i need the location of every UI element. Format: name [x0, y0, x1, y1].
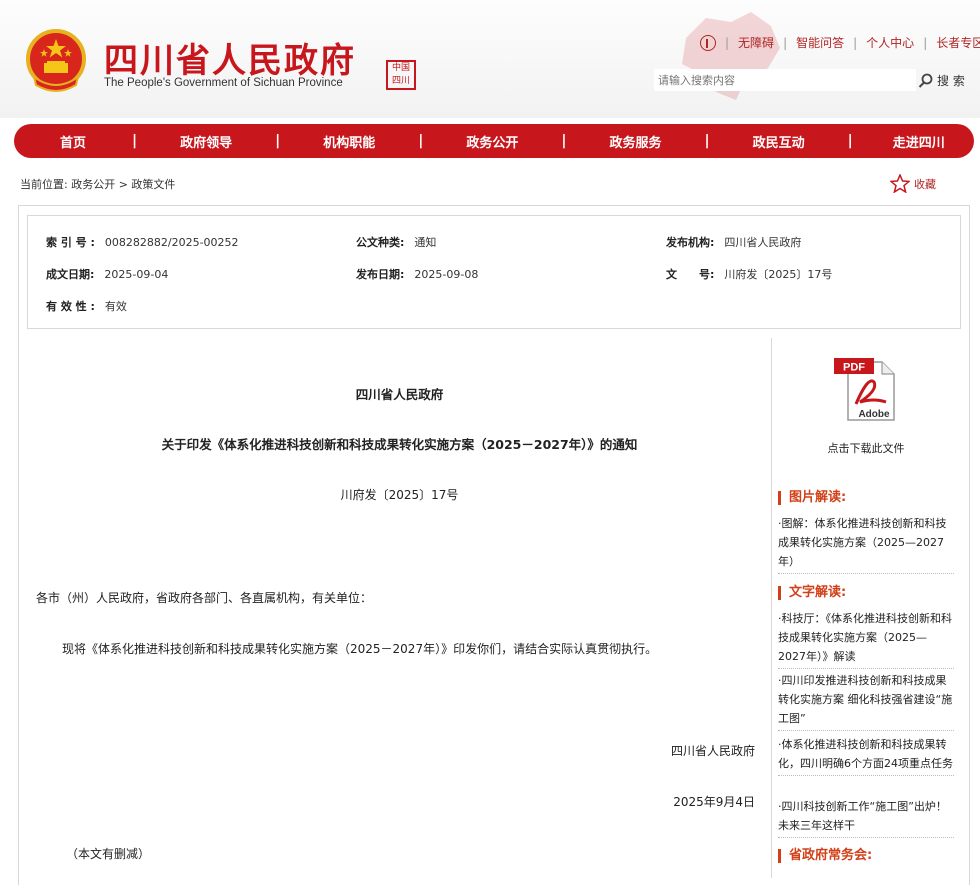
download-link[interactable]: 点击下载此文件	[772, 440, 960, 456]
link-elderly-zone[interactable]: 长者专区	[936, 34, 980, 51]
favorite-button[interactable]: 收藏	[890, 174, 936, 193]
link-accessibility[interactable]: 无障碍	[738, 34, 774, 51]
meta-index-no: 索 引 号 :008282882/2025-00252	[46, 236, 239, 249]
breadcrumb-prefix: 当前位置:	[20, 178, 68, 191]
nav-home[interactable]: 首页	[14, 132, 132, 151]
document-content: 四川省人民政府 关于印发《体系化推进科技创新和科技成果转化实施方案（2025－2…	[28, 338, 771, 878]
top-links: | 无障碍 | 智能问答 | 个人中心 | 长者专区	[700, 34, 980, 51]
meta-validity: 有 效 性 : 有效	[46, 300, 127, 313]
search-button-label: 搜 索	[937, 73, 965, 88]
nav-government-leaders[interactable]: 政府领导	[137, 132, 275, 151]
search-icon	[918, 73, 933, 88]
document-issuer: 四川省人民政府	[355, 387, 444, 402]
favorite-label: 收藏	[914, 177, 936, 191]
picture-link-1[interactable]: ·图解：体系化推进科技创新和科技成果转化实施方案（2025—2027年）	[778, 514, 954, 574]
breadcrumb: 当前位置: 政务公开 > 政策文件	[20, 176, 175, 192]
breadcrumb-path[interactable]: 政务公开 > 政策文件	[71, 178, 175, 191]
nav-government-services[interactable]: 政务服务	[567, 132, 705, 151]
text-link-2[interactable]: ·四川印发推进科技创新和科技成果转化实施方案 细化科技强省建设“施工图”	[778, 671, 954, 731]
pdf-label: PDF	[843, 362, 865, 374]
text-link-1[interactable]: ·科技厅：《体系化推进科技创新和科技成果转化实施方案（2025—2027年）》解…	[778, 609, 954, 669]
document-number: 川府发〔2025〕17号	[340, 488, 459, 502]
site-title[interactable]: 四川省人民政府	[104, 33, 356, 82]
nav-interaction[interactable]: 政民互动	[710, 132, 848, 151]
main-nav: 首页 | 政府领导 | 机构职能 | 政务公开 | 政务服务 | 政民互动 | …	[14, 124, 974, 158]
document-salutation: 各市（州）人民政府，省政府各部门、各直属机构，有关单位：	[36, 591, 373, 605]
sidebar: PDF Adobe 点击下载此文件 图片解读: ·图解：体系化推进科技创新和科技…	[771, 338, 960, 878]
meta-created-date: 成文日期: 2025-09-04	[46, 268, 169, 281]
meta-issuer: 发布机构: 四川省人民政府	[666, 236, 802, 249]
national-emblem-icon	[26, 29, 86, 92]
search-input[interactable]	[654, 69, 916, 91]
pdf-brand: Adobe	[858, 409, 890, 420]
document-title: 关于印发《体系化推进科技创新和科技成果转化实施方案（2025－2027年）》的通…	[161, 437, 638, 452]
weibo-icon[interactable]	[700, 34, 716, 51]
text-link-3[interactable]: ·体系化推进科技创新和科技成果转化，四川明确6个方面24项重点任务	[778, 735, 954, 776]
meta-doc-type: 公文种类: 通知	[356, 236, 437, 249]
seal-logo: 中国 四川	[386, 60, 416, 90]
section-executive-meeting: 省政府常务会:	[778, 849, 872, 863]
star-icon	[890, 174, 910, 193]
section-picture-interpretation: 图片解读:	[778, 491, 846, 505]
site-header: 四川省人民政府 The People's Government of Sichu…	[0, 0, 980, 118]
nav-about-sichuan[interactable]: 走进四川	[853, 132, 980, 151]
text-link-4[interactable]: ·四川科技创新工作“施工图”出炉！未来三年这样干	[778, 797, 954, 838]
search-button[interactable]: 搜 索	[918, 69, 976, 91]
site-subtitle-english: The People's Government of Sichuan Provi…	[104, 77, 343, 89]
document-date: 2025年9月4日	[673, 795, 755, 809]
meta-published-date: 发布日期: 2025-09-08	[356, 268, 479, 281]
meta-doc-number: 文 号: 川府发〔2025〕17号	[666, 268, 833, 281]
document-signature: 四川省人民政府	[670, 744, 755, 758]
link-personal-center[interactable]: 个人中心	[866, 34, 914, 51]
nav-government-affairs[interactable]: 政务公开	[423, 132, 561, 151]
document-body: 现将《体系化推进科技创新和科技成果转化实施方案（2025－2027年）》印发你们…	[62, 642, 658, 656]
link-smart-qa[interactable]: 智能问答	[796, 34, 844, 51]
section-text-interpretation: 文字解读:	[778, 586, 846, 600]
nav-institutions[interactable]: 机构职能	[280, 132, 418, 151]
pdf-file-icon[interactable]: PDF Adobe	[834, 358, 898, 424]
document-metadata: 索 引 号 :008282882/2025-00252 公文种类: 通知 发布机构…	[27, 215, 961, 329]
document-note: （本文有删减）	[66, 847, 151, 861]
